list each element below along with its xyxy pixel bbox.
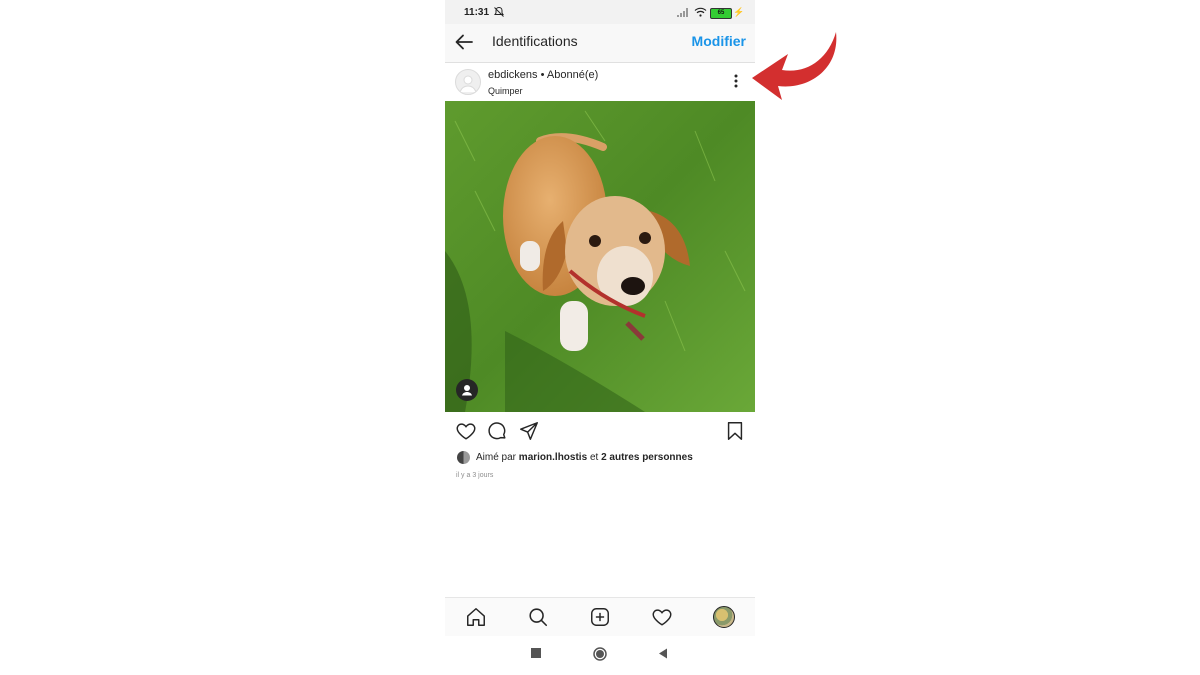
likes-conjunction: et — [589, 452, 599, 464]
battery-indicator: 65 — [710, 8, 732, 19]
edit-button[interactable]: Modifier — [692, 33, 746, 49]
more-vertical-icon[interactable] — [731, 71, 741, 91]
likes-others[interactable]: 2 autres personnes — [601, 452, 693, 463]
bell-muted-icon — [494, 6, 504, 17]
liker-username[interactable]: marion.lhostis — [519, 452, 587, 463]
bottom-nav — [445, 597, 755, 637]
post-photo[interactable] — [445, 101, 755, 412]
annotation-arrow — [752, 32, 837, 100]
comment-icon[interactable] — [486, 420, 508, 442]
signal-icon — [677, 8, 688, 17]
dog-photo — [445, 101, 755, 412]
status-time: 11:31 — [464, 7, 490, 18]
heart-icon[interactable] — [455, 420, 477, 442]
back-arrow-icon[interactable] — [454, 32, 474, 52]
post-timestamp: il y a 3 jours — [456, 472, 494, 479]
home-system-icon[interactable] — [593, 647, 607, 661]
profile-avatar-icon[interactable] — [713, 606, 735, 628]
user-tag-icon[interactable] — [456, 379, 478, 401]
default-avatar-icon — [459, 75, 477, 93]
system-nav-bar — [445, 636, 755, 675]
person-icon — [462, 385, 472, 396]
activity-heart-icon[interactable] — [651, 606, 673, 628]
post-actions — [445, 418, 755, 446]
likes-prefix: Aimé par — [476, 452, 517, 464]
liker-avatar — [457, 451, 470, 464]
wifi-icon — [694, 7, 707, 17]
post-location[interactable]: Quimper — [488, 86, 523, 96]
top-bar: Identifications Modifier — [445, 24, 755, 63]
likes-summary[interactable]: Aimé par marion.lhostis et 2 autres pers… — [457, 451, 693, 464]
recent-apps-icon[interactable] — [531, 648, 541, 658]
follow-status: • Abonné(e) — [540, 69, 599, 81]
post-header: ebdickens • Abonné(e) Quimper — [445, 63, 755, 101]
send-icon[interactable] — [518, 420, 540, 442]
back-system-icon[interactable] — [658, 648, 668, 659]
page-title: Identifications — [492, 33, 578, 49]
username-text: ebdickens — [488, 69, 538, 81]
charging-icon: ⚡ — [733, 7, 745, 17]
home-icon[interactable] — [465, 606, 487, 628]
search-icon[interactable] — [527, 606, 549, 628]
post-username[interactable]: ebdickens • Abonné(e) — [488, 69, 598, 81]
bookmark-icon[interactable] — [724, 420, 746, 442]
phone-screen: 11:31 65 ⚡ Identifications Modifier ebdi… — [445, 0, 755, 675]
add-post-icon[interactable] — [589, 606, 611, 628]
avatar[interactable] — [455, 69, 481, 95]
status-bar: 11:31 65 ⚡ — [445, 0, 755, 24]
